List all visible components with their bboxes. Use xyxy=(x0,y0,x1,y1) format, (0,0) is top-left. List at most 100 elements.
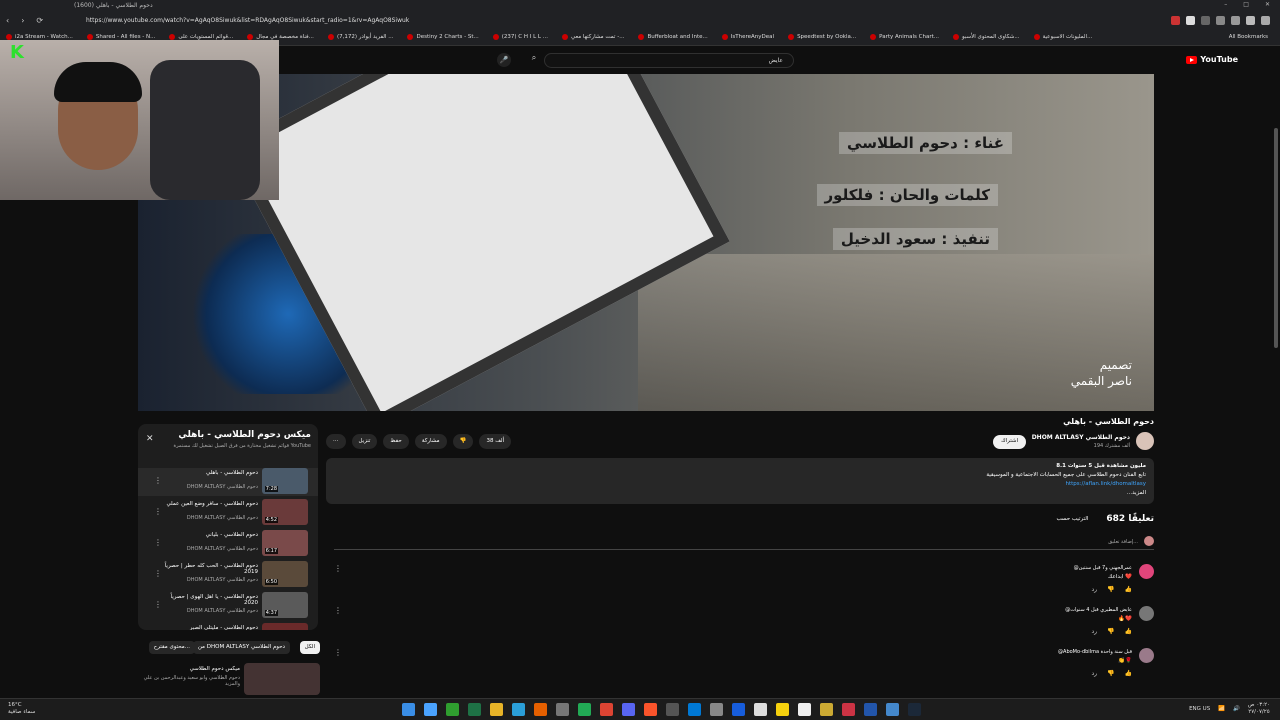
close-window-button[interactable]: ✕ xyxy=(1265,1,1270,8)
comment-like-icon[interactable]: 👍 xyxy=(1125,628,1132,635)
playlist-item[interactable]: ⋮ 6:50 دحوم الطلاسي - الحب كله حطر | حصريا… xyxy=(138,561,318,589)
app-icon[interactable] xyxy=(578,703,591,716)
reload-button[interactable]: ⟳ xyxy=(36,16,43,25)
comment-reply-button[interactable]: رد xyxy=(1091,670,1097,677)
more-options-icon[interactable]: ⋮ xyxy=(154,476,162,485)
subscribe-button[interactable]: اشتراك xyxy=(993,435,1026,449)
firefox-icon[interactable] xyxy=(534,703,547,716)
start-icon[interactable] xyxy=(402,703,415,716)
share-button[interactable]: مشاركة xyxy=(414,434,447,449)
playlist-item-title[interactable]: دحوم الطلاسي - بلياني xyxy=(158,532,258,538)
wifi-icon[interactable]: 📶 xyxy=(1218,706,1225,712)
chrome-icon[interactable] xyxy=(600,703,613,716)
comment-author[interactable]: @عايض المطيري قبل 4 سنوات xyxy=(1065,607,1132,613)
comment-dislike-icon[interactable]: 👎 xyxy=(1107,628,1114,635)
search-input[interactable]: عايض xyxy=(544,53,794,68)
comment-like-icon[interactable]: 👍 xyxy=(1125,586,1132,593)
discord-icon[interactable] xyxy=(622,703,635,716)
maximize-button[interactable]: □ xyxy=(1243,1,1249,8)
bookmark-item[interactable]: Bufferbloat and Inte... xyxy=(638,34,708,40)
more-actions-button[interactable]: ⋯ xyxy=(326,434,346,449)
tab-title[interactable]: (1600) دحوم الطلاسي - باهلي xyxy=(74,2,153,9)
bitwarden-icon[interactable] xyxy=(732,703,745,716)
weather-widget[interactable]: 16°C سماء صافية xyxy=(8,702,35,716)
description-link[interactable]: https://aflan.link/dhomaltlasy xyxy=(334,480,1146,489)
bookmark-item[interactable]: Speedtest by Ookla... xyxy=(788,34,856,40)
app-icon[interactable] xyxy=(556,703,569,716)
menu-icon[interactable] xyxy=(1261,16,1270,25)
add-comment[interactable]: إضافة تعليق... xyxy=(334,536,1154,550)
playlist-item-title[interactable]: دحوم الطلاسي - الحب كله حطر | حصرياً 201… xyxy=(158,563,258,575)
url-input[interactable]: https://www.youtube.com/watch?v=AgAqO8Si… xyxy=(86,17,409,24)
app-icon[interactable] xyxy=(754,703,767,716)
channel-avatar[interactable] xyxy=(1136,432,1154,450)
page-scrollbar[interactable] xyxy=(1274,128,1278,348)
playlist-item[interactable]: ⋮ 7:28 دحوم الطلاسي - باهلي DHOM ALTLASY دح… xyxy=(138,468,318,496)
notes-icon[interactable] xyxy=(776,703,789,716)
brave-icon[interactable] xyxy=(644,703,657,716)
playlist-item-title[interactable]: دحوم الطلاسي - سافر وضع العين عملي xyxy=(158,501,258,507)
extension-icon[interactable] xyxy=(1231,16,1240,25)
bookmark-item[interactable]: المليونات الاسبوعية... xyxy=(1033,34,1092,40)
add-comment-input[interactable]: إضافة تعليق... xyxy=(1108,539,1138,545)
voice-search-button[interactable]: 🎤 xyxy=(497,53,511,67)
steam-icon[interactable] xyxy=(908,703,921,716)
explorer-icon[interactable] xyxy=(490,703,503,716)
comment-dislike-icon[interactable]: 👎 xyxy=(1107,586,1114,593)
chip-from-channel[interactable]: من DHOM ALTLASY دحوم الطلاسي xyxy=(192,641,290,654)
youtube-logo[interactable]: YouTube xyxy=(1186,55,1238,64)
comment-reply-button[interactable]: رد xyxy=(1091,628,1097,635)
close-icon[interactable]: ✕ xyxy=(146,434,154,444)
related-title[interactable]: ميكس دحوم الطلاسي xyxy=(190,666,240,672)
more-options-icon[interactable]: ⋮ xyxy=(154,538,162,547)
clock[interactable]: ٠٣:٢٠ ص ٢٧/٠٧/٢٥ xyxy=(1248,702,1270,716)
volume-icon[interactable]: 🔊 xyxy=(1233,706,1240,712)
extension-icon[interactable] xyxy=(1201,16,1210,25)
video-description[interactable]: 8.1 مليون مشاهدة قبل 5 سنوات تابع الفنان… xyxy=(326,458,1154,504)
playlist-item[interactable]: ⋮دحوم الطلاسي - مليتلي الصبر xyxy=(138,623,318,630)
bookmark-item[interactable]: Party Animals Chart... xyxy=(870,34,939,40)
bookmark-item[interactable]: IsThereAnyDeal xyxy=(721,34,774,40)
bookmark-item[interactable]: (7,172) الفريد أبوادر ... xyxy=(327,34,393,40)
profile-icon[interactable] xyxy=(1246,16,1255,25)
related-video[interactable]: ميكس دحوم الطلاسي دحوم الطلاسي وابو سعيد… xyxy=(138,663,320,695)
bookmark-item[interactable]: (237) C H I L L ... xyxy=(492,34,548,40)
bookmark-item[interactable]: شكاوى المحتوى الأسبو... xyxy=(953,34,1020,40)
playlist-item[interactable]: ⋮ 6:17 دحوم الطلاسي - بلياني DHOM ALTLASY د… xyxy=(138,530,318,558)
comment-author[interactable]: @AboMo-dbilma قبل سنة واحدة xyxy=(1058,649,1132,655)
more-options-icon[interactable]: ⋮ xyxy=(334,648,342,657)
related-thumbnail[interactable] xyxy=(244,663,320,695)
back-button[interactable]: ‹ xyxy=(6,16,9,25)
comment-like-icon[interactable]: 👍 xyxy=(1125,670,1132,677)
commenter-avatar[interactable] xyxy=(1139,606,1154,621)
playlist-item[interactable]: ⋮ 4:52 دحوم الطلاسي - سافر وضع العين عملي D… xyxy=(138,499,318,527)
bookmark-item[interactable]: تمت مشاركتها معي -... xyxy=(562,34,624,40)
app-icon[interactable] xyxy=(820,703,833,716)
commenter-avatar[interactable] xyxy=(1139,564,1154,579)
video-player[interactable]: غناء : دحوم الطلاسي كلمات والحان : فلكلو… xyxy=(138,74,1154,411)
app-icon[interactable] xyxy=(864,703,877,716)
minimize-button[interactable]: – xyxy=(1224,1,1227,8)
forward-button[interactable]: › xyxy=(21,16,24,25)
channel-name[interactable]: DHOM ALTLASY دحوم الطلاسي xyxy=(1032,434,1130,441)
app-icon[interactable] xyxy=(666,703,679,716)
language-indicator[interactable]: ENG US xyxy=(1189,706,1210,712)
save-button[interactable]: حفظ xyxy=(383,434,409,449)
more-options-icon[interactable]: ⋮ xyxy=(334,564,342,573)
description-more[interactable]: ...المزيد xyxy=(334,489,1146,498)
comment-reply-button[interactable]: رد xyxy=(1091,586,1097,593)
comment-author[interactable]: @عمرالجهني و7 قبل سنتين xyxy=(1074,565,1132,571)
commenter-avatar[interactable] xyxy=(1139,648,1154,663)
more-options-icon[interactable]: ⋮ xyxy=(334,606,342,615)
playlist-item-title[interactable]: دحوم الطلاسي - مليتلي الصبر xyxy=(158,625,258,630)
vscode-icon[interactable] xyxy=(688,703,701,716)
playlist-item[interactable]: ⋮ 4:37 دحوم الطلاسي - يا اهل الهوى | حصريا… xyxy=(138,592,318,620)
chip-related[interactable]: محتوى مقترح... xyxy=(148,641,195,654)
playlist-item-title[interactable]: دحوم الطلاسي - باهلي xyxy=(158,470,258,476)
playlist-thumbnail[interactable] xyxy=(262,623,308,630)
xbox-icon[interactable] xyxy=(446,703,459,716)
bookmark-item[interactable]: Destiny 2 Charts - St... xyxy=(407,34,479,40)
all-bookmarks-button[interactable]: All Bookmarks xyxy=(1229,34,1268,40)
comment-dislike-icon[interactable]: 👎 xyxy=(1107,670,1114,677)
app-icon[interactable] xyxy=(798,703,811,716)
